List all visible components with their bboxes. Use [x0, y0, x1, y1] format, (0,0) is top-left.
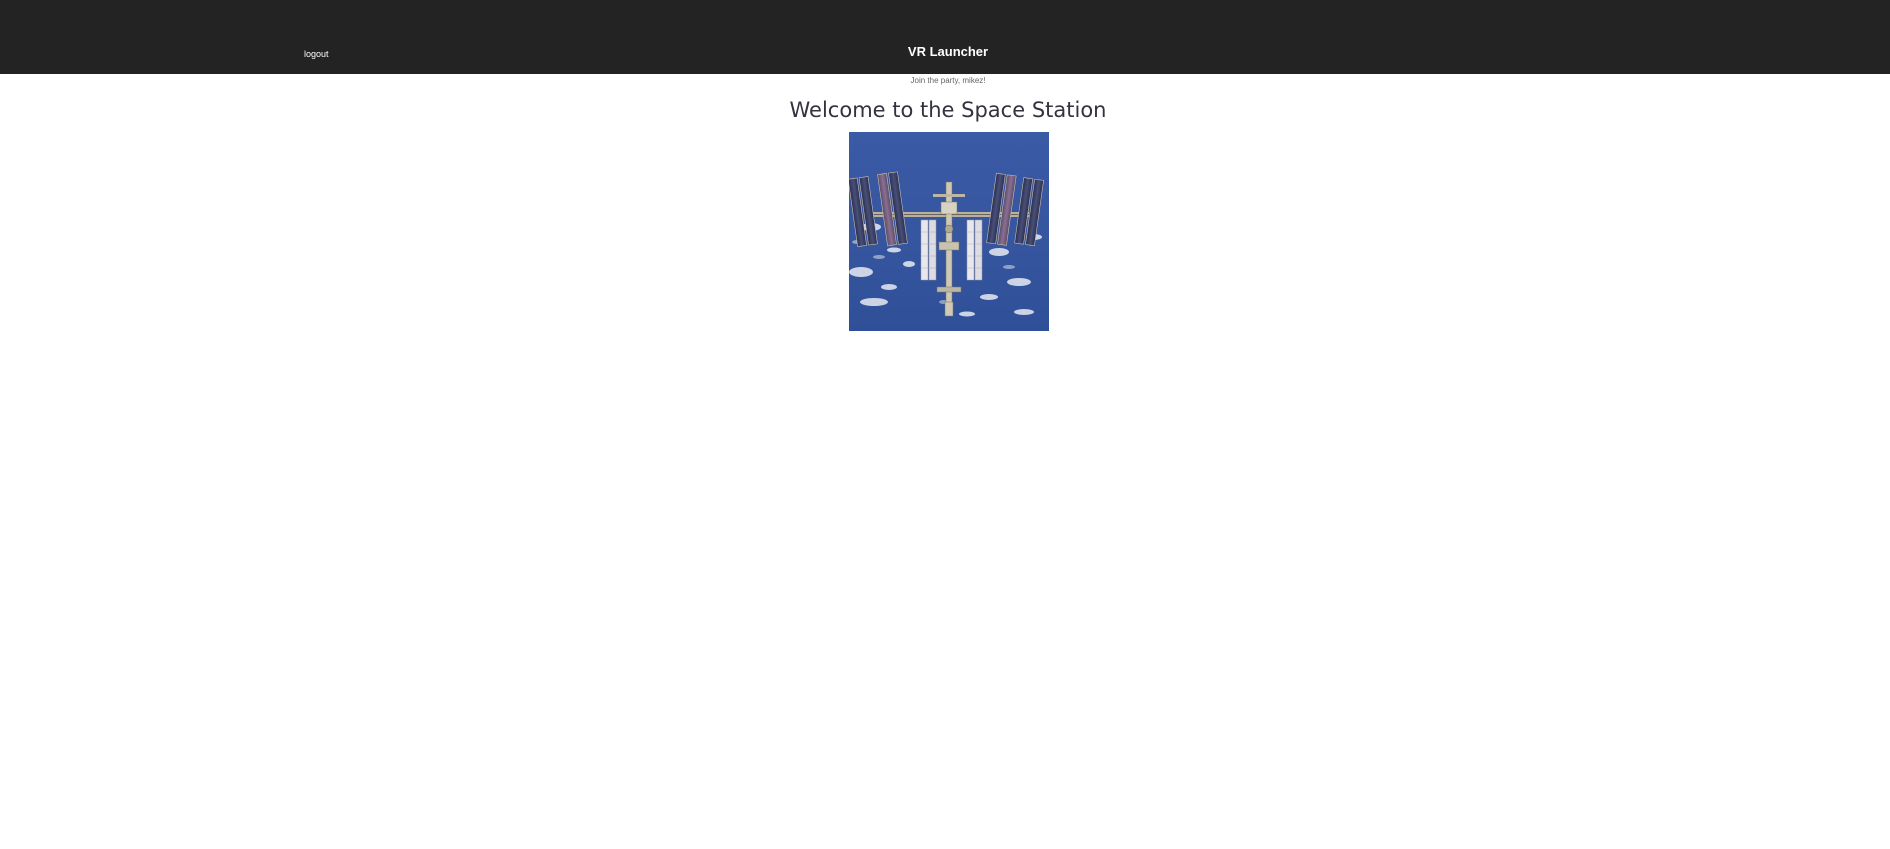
greeting-text: Join the party, mikez!	[910, 76, 986, 85]
space-station-image	[849, 132, 1049, 331]
top-bar: logout VR Launcher	[0, 0, 1890, 74]
page-heading: Welcome to the Space Station	[789, 98, 1107, 122]
app-title: VR Launcher	[907, 44, 989, 59]
